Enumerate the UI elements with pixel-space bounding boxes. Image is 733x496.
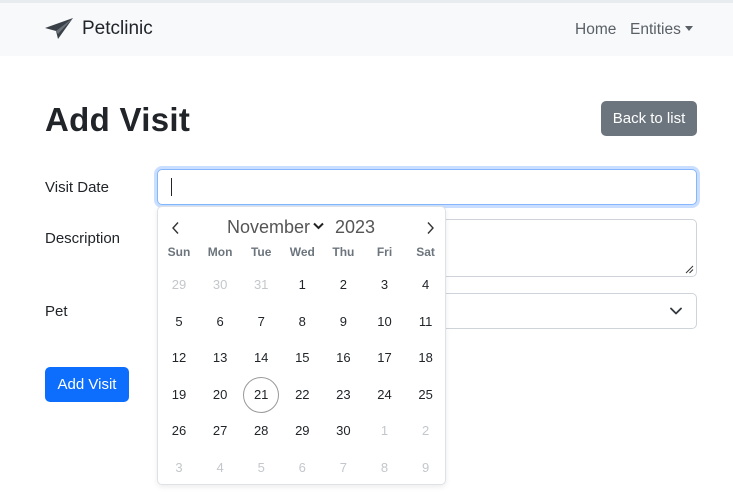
visit-date-label: Visit Date: [45, 179, 109, 196]
weekday-header: Sun: [167, 245, 191, 259]
calendar-day[interactable]: 23: [325, 377, 361, 413]
calendar-day[interactable]: 4: [408, 267, 444, 303]
weekday-header: Tue: [250, 245, 272, 259]
calendar-day[interactable]: 19: [161, 377, 197, 413]
calendar-day[interactable]: 25: [408, 377, 444, 413]
calendar-day[interactable]: 24: [367, 377, 403, 413]
calendar-day[interactable]: 16: [325, 340, 361, 376]
calendar-day[interactable]: 9: [408, 450, 444, 486]
calendar-day[interactable]: 1: [284, 267, 320, 303]
calendar-day[interactable]: 20: [202, 377, 238, 413]
calendar-day[interactable]: 27: [202, 413, 238, 449]
chevron-right-icon[interactable]: [424, 221, 436, 235]
pet-label: Pet: [45, 303, 68, 320]
weekday-header: Sat: [416, 245, 435, 259]
datepicker-month-select[interactable]: November: [227, 217, 310, 238]
calendar-day[interactable]: 28: [243, 413, 279, 449]
calendar-day[interactable]: 29: [161, 267, 197, 303]
back-to-list-button[interactable]: Back to list: [601, 101, 697, 136]
calendar-day[interactable]: 18: [408, 340, 444, 376]
weekday-header: Fri: [376, 245, 393, 259]
weekday-header: Mon: [207, 245, 233, 259]
calendar-day[interactable]: 5: [161, 304, 197, 340]
calendar-day[interactable]: 30: [202, 267, 238, 303]
calendar-day[interactable]: 6: [284, 450, 320, 486]
calendar-day[interactable]: 7: [243, 304, 279, 340]
chevron-left-icon[interactable]: [170, 221, 182, 235]
datepicker-year-input[interactable]: 2023: [335, 217, 375, 238]
calendar-day[interactable]: 13: [202, 340, 238, 376]
add-visit-button[interactable]: Add Visit: [45, 367, 129, 402]
calendar-day[interactable]: 8: [284, 304, 320, 340]
calendar-day[interactable]: 5: [243, 450, 279, 486]
weekday-header: Wed: [289, 245, 315, 259]
calendar-day[interactable]: 29: [284, 413, 320, 449]
calendar-day[interactable]: 8: [367, 450, 403, 486]
calendar-day[interactable]: 31: [243, 267, 279, 303]
calendar-day[interactable]: 3: [367, 267, 403, 303]
calendar-day[interactable]: 11: [408, 304, 444, 340]
calendar-day[interactable]: 14: [243, 340, 279, 376]
calendar-day[interactable]: 15: [284, 340, 320, 376]
page-title: Add Visit: [45, 101, 191, 138]
nav-entities-dropdown[interactable]: Entities: [630, 21, 693, 39]
chevron-down-icon[interactable]: [313, 222, 324, 230]
calendar-day[interactable]: 3: [161, 450, 197, 486]
nav-entities-label: Entities: [630, 21, 681, 38]
paper-plane-icon[interactable]: [44, 17, 74, 41]
calendar-day[interactable]: 4: [202, 450, 238, 486]
caret-down-icon: [684, 26, 693, 31]
description-label: Description: [45, 230, 121, 247]
calendar-day[interactable]: 26: [161, 413, 197, 449]
text-cursor: [171, 178, 172, 196]
navbar: Petclinic Home Entities: [0, 3, 733, 56]
resize-grip-icon[interactable]: [685, 265, 694, 274]
calendar-day[interactable]: 2: [325, 267, 361, 303]
calendar-day-today[interactable]: 21: [243, 376, 280, 413]
calendar-day[interactable]: 9: [325, 304, 361, 340]
visit-date-input[interactable]: [157, 169, 697, 205]
calendar-day[interactable]: 10: [367, 304, 403, 340]
calendar-day[interactable]: 12: [161, 340, 197, 376]
calendar-day[interactable]: 6: [202, 304, 238, 340]
weekday-header: Thu: [332, 245, 355, 259]
chevron-down-icon: [670, 307, 682, 315]
calendar-day[interactable]: 22: [284, 377, 320, 413]
datepicker-popup: November 2023 Sun Mon Tue Wed Thu Fri Sat 29 30 3…: [157, 206, 446, 485]
calendar-day[interactable]: 30: [325, 413, 361, 449]
calendar-day[interactable]: 2: [408, 413, 444, 449]
nav-home-link[interactable]: Home: [575, 21, 616, 39]
brand-name[interactable]: Petclinic: [82, 18, 153, 40]
calendar-day[interactable]: 1: [367, 413, 403, 449]
calendar-day[interactable]: 7: [325, 450, 361, 486]
calendar-day[interactable]: 17: [367, 340, 403, 376]
